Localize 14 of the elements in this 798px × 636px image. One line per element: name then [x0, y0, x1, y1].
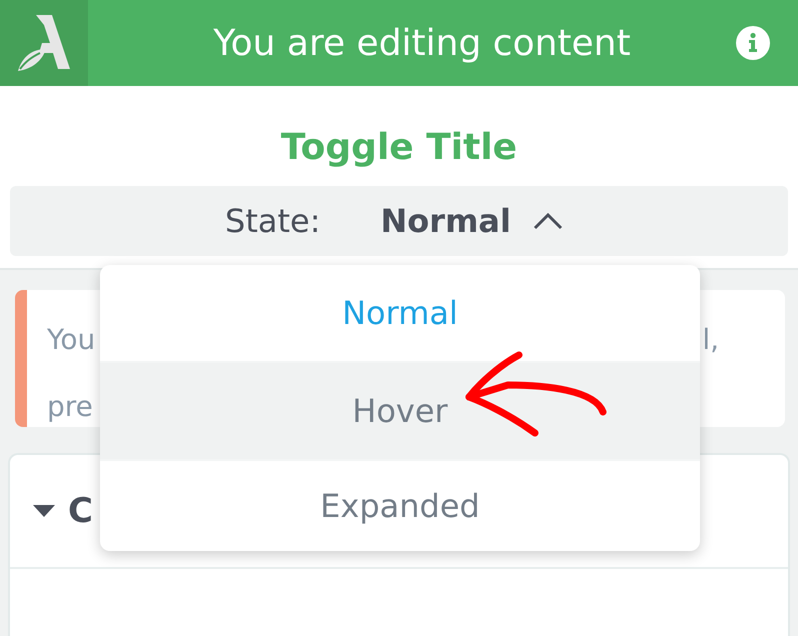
triangle-icon[interactable] [32, 504, 56, 518]
notice-text: pre [47, 390, 93, 423]
logo[interactable] [0, 0, 88, 86]
dropdown-option[interactable]: Hover [100, 363, 700, 461]
header-title: You are editing content [212, 22, 632, 64]
notice-text: You [47, 322, 96, 358]
state-selector[interactable]: State: Normal [10, 186, 788, 256]
state-value: Normal [380, 202, 511, 240]
dropdown-option[interactable]: Expanded [100, 461, 700, 551]
notice-text: l, [702, 322, 719, 358]
info-icon[interactable] [736, 26, 770, 60]
section-title: C [68, 491, 93, 531]
block-title: Toggle Title [280, 126, 518, 170]
state-label: State: [225, 202, 321, 240]
